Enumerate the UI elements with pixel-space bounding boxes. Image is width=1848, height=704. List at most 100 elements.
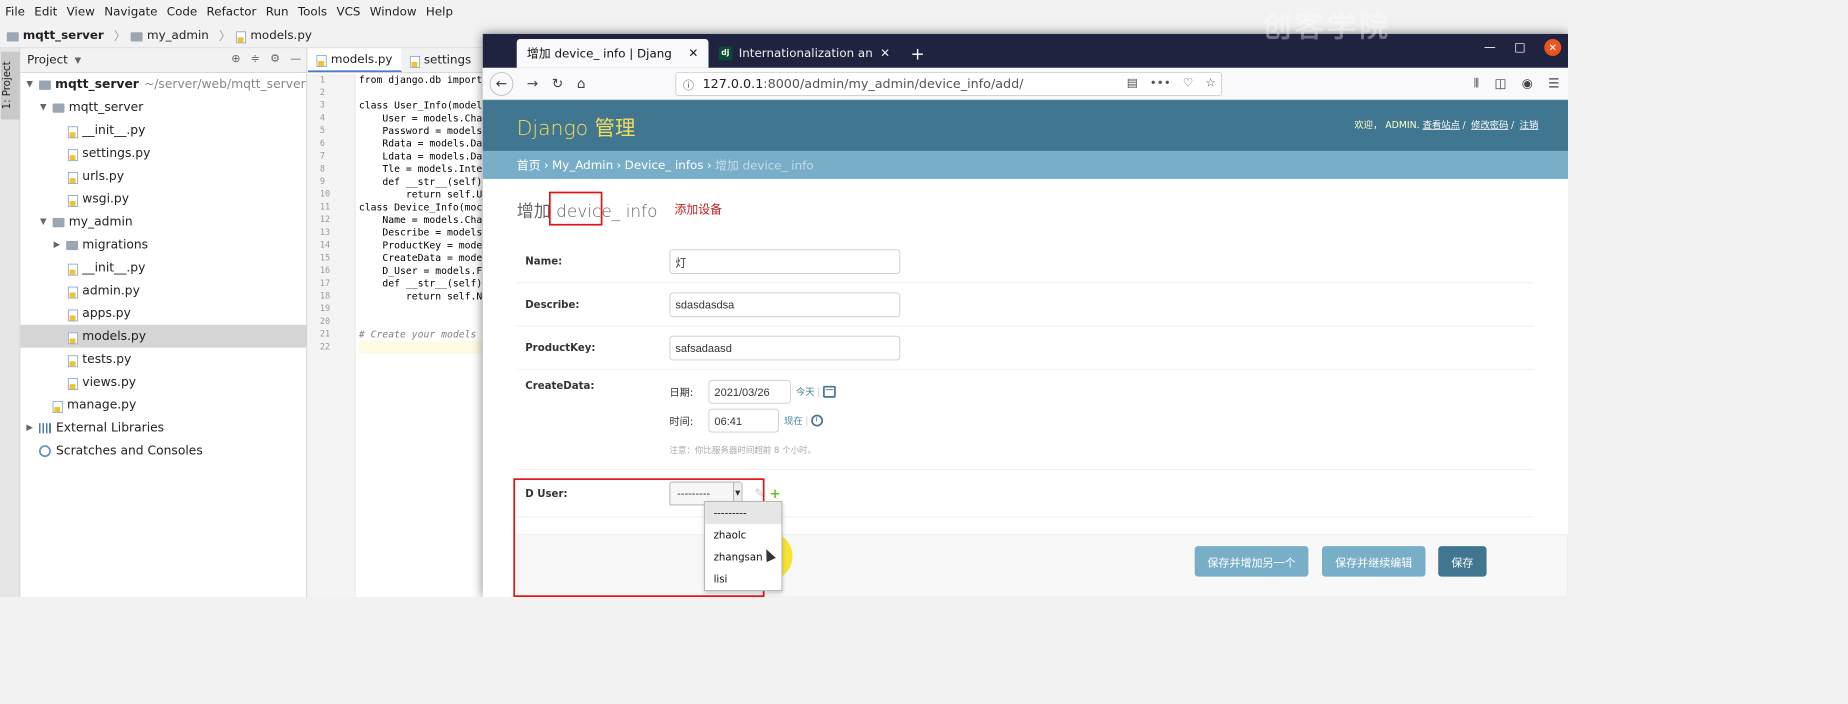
menu-vcs[interactable]: VCS xyxy=(336,5,360,19)
close-icon[interactable]: ✕ xyxy=(682,47,698,61)
code-line[interactable]: Rdata = models.Da xyxy=(359,137,486,150)
breadcrumb-app[interactable]: My_Admin xyxy=(552,158,613,172)
code-line[interactable] xyxy=(359,315,486,328)
tree-item-file[interactable]: wsgi.py xyxy=(20,187,306,210)
code-line[interactable]: ProductKey = mode xyxy=(359,239,486,252)
shield-icon[interactable]: ⓘ xyxy=(683,76,694,92)
code-line[interactable]: # Create your models xyxy=(359,328,486,341)
code-line[interactable]: return self.N xyxy=(359,290,486,303)
name-input[interactable] xyxy=(669,248,901,274)
forward-button[interactable]: → xyxy=(527,75,538,91)
project-panel-title[interactable]: Project xyxy=(27,53,68,67)
tree-item-file[interactable]: apps.py xyxy=(20,302,306,325)
code-line[interactable]: CreateData = mode xyxy=(359,252,486,265)
browser-tab[interactable]: dj Internationalization and ✕ xyxy=(708,39,900,68)
code-line[interactable]: def __str__(self) xyxy=(359,176,486,189)
back-button[interactable]: ← xyxy=(489,71,514,96)
home-button[interactable]: ⌂ xyxy=(577,75,586,91)
editor-tab-models[interactable]: models.py xyxy=(308,48,401,73)
tree-item-scratches[interactable]: Scratches and Consoles xyxy=(20,439,306,462)
code-line[interactable]: return self.U xyxy=(359,188,486,201)
tree-item-file-selected[interactable]: models.py xyxy=(20,324,307,348)
add-related-icon[interactable]: + xyxy=(769,485,780,501)
collapse-icon[interactable]: ≑ xyxy=(251,53,260,66)
clock-icon[interactable] xyxy=(810,414,823,427)
today-link[interactable]: 今天 xyxy=(796,385,815,399)
code-line[interactable]: Name = models.Cha xyxy=(359,214,486,227)
tree-item-external-libraries[interactable]: ▶ External Libraries xyxy=(20,416,306,439)
crumb-file[interactable]: models.py xyxy=(235,29,312,44)
reader-view-icon[interactable]: ▤ xyxy=(1127,76,1138,90)
minimize-icon[interactable]: — xyxy=(290,53,301,66)
code-line[interactable]: D_User = models.F xyxy=(359,265,486,278)
bookmark-star-icon[interactable]: ☆ xyxy=(1205,76,1216,90)
hamburger-menu-icon[interactable]: ☰ xyxy=(1548,75,1559,90)
tree-item-file[interactable]: __init__.py xyxy=(20,119,306,142)
chevron-down-icon[interactable]: ▼ xyxy=(24,80,36,89)
calendar-icon[interactable] xyxy=(822,385,836,398)
tree-item-file[interactable]: admin.py xyxy=(20,279,306,302)
describe-input[interactable] xyxy=(669,292,901,317)
tree-item-folder[interactable]: ▶ migrations xyxy=(20,233,306,256)
time-input[interactable] xyxy=(708,408,779,433)
chevron-down-icon[interactable]: ▼ xyxy=(75,56,82,65)
menu-tools[interactable]: Tools xyxy=(298,5,327,19)
chevron-right-icon[interactable]: ▶ xyxy=(24,423,36,432)
code-line[interactable]: def __str__(self) xyxy=(359,277,486,290)
edit-pencil-icon[interactable]: ✎ xyxy=(754,486,764,500)
maximize-icon[interactable]: □ xyxy=(1514,41,1525,55)
locate-icon[interactable]: ⊕ xyxy=(231,53,240,66)
breadcrumb-model[interactable]: Device_ infos xyxy=(625,158,704,172)
menu-view[interactable]: View xyxy=(67,5,95,19)
view-site-link[interactable]: 查看站点 xyxy=(1423,120,1460,131)
browser-tab-active[interactable]: 增加 device_ info | Django 站✕ xyxy=(516,39,709,68)
code-area[interactable]: from django.db import class User_Info(mod… xyxy=(358,74,487,597)
window-close-button[interactable]: ✕ xyxy=(1544,39,1562,56)
code-line[interactable] xyxy=(359,86,486,99)
date-input[interactable] xyxy=(708,379,791,404)
project-tool-tab[interactable]: 1: Project xyxy=(0,51,20,120)
breadcrumb-home[interactable]: 首页 xyxy=(517,156,541,173)
crumb-project[interactable]: mqtt_server xyxy=(6,29,104,42)
more-actions-icon[interactable]: ••• xyxy=(1150,76,1171,90)
code-line[interactable]: class User_Info(model xyxy=(359,99,486,112)
minimize-icon[interactable]: — xyxy=(1484,41,1496,55)
now-link[interactable]: 现在 xyxy=(784,414,803,428)
code-line[interactable]: Ldata = models.Da xyxy=(359,150,486,163)
tree-item-file[interactable]: urls.py xyxy=(20,165,306,188)
code-line[interactable]: Describe = models xyxy=(359,226,486,239)
menu-help[interactable]: Help xyxy=(426,5,453,19)
menu-file[interactable]: File xyxy=(5,5,25,19)
account-icon[interactable]: ◉ xyxy=(1522,75,1533,90)
tree-item-file[interactable]: tests.py xyxy=(20,348,306,371)
tree-item-file[interactable]: views.py xyxy=(20,371,306,394)
chevron-down-icon[interactable]: ▼ xyxy=(37,103,49,112)
code-line[interactable] xyxy=(358,340,487,354)
pocket-icon[interactable]: ♡ xyxy=(1183,76,1194,90)
new-tab-button[interactable]: + xyxy=(900,39,935,68)
library-icon[interactable]: ⫴ xyxy=(1474,75,1479,90)
tree-item-file[interactable]: settings.py xyxy=(20,142,306,165)
tree-item-file[interactable]: __init__.py xyxy=(20,256,306,279)
menu-refactor[interactable]: Refactor xyxy=(207,5,257,19)
logout-link[interactable]: 注销 xyxy=(1520,120,1539,131)
tree-item-folder[interactable]: ▼ mqtt_server xyxy=(20,96,306,119)
close-icon[interactable]: ✕ xyxy=(873,47,890,61)
address-bar[interactable]: ⓘ 127.0.0.1:8000/admin/my_admin/device_i… xyxy=(675,72,1222,96)
duser-option[interactable]: --------- xyxy=(705,502,782,525)
code-line[interactable]: from django.db import xyxy=(359,74,486,87)
change-password-link[interactable]: 修改密码 xyxy=(1471,120,1508,131)
menu-code[interactable]: Code xyxy=(167,5,197,19)
code-line[interactable]: class Device_Info(moc xyxy=(359,201,486,214)
crumb-folder[interactable]: my_admin xyxy=(130,29,209,42)
chevron-right-icon[interactable]: ▶ xyxy=(51,240,63,249)
productkey-input[interactable] xyxy=(669,335,901,360)
tree-item-root[interactable]: ▼ mqtt_server ~/server/web/mqtt_server xyxy=(20,73,306,96)
save-and-add-another-button[interactable]: 保存并增加另一个 xyxy=(1194,546,1309,577)
code-line[interactable]: User = models.Cha xyxy=(359,112,486,125)
code-line[interactable]: Password = models xyxy=(359,125,486,138)
code-line[interactable]: Tle = models.Inte xyxy=(359,163,486,176)
menu-window[interactable]: Window xyxy=(370,5,417,19)
chevron-down-icon[interactable]: ▼ xyxy=(37,217,49,226)
tree-item-folder[interactable]: ▼ my_admin xyxy=(20,210,306,233)
